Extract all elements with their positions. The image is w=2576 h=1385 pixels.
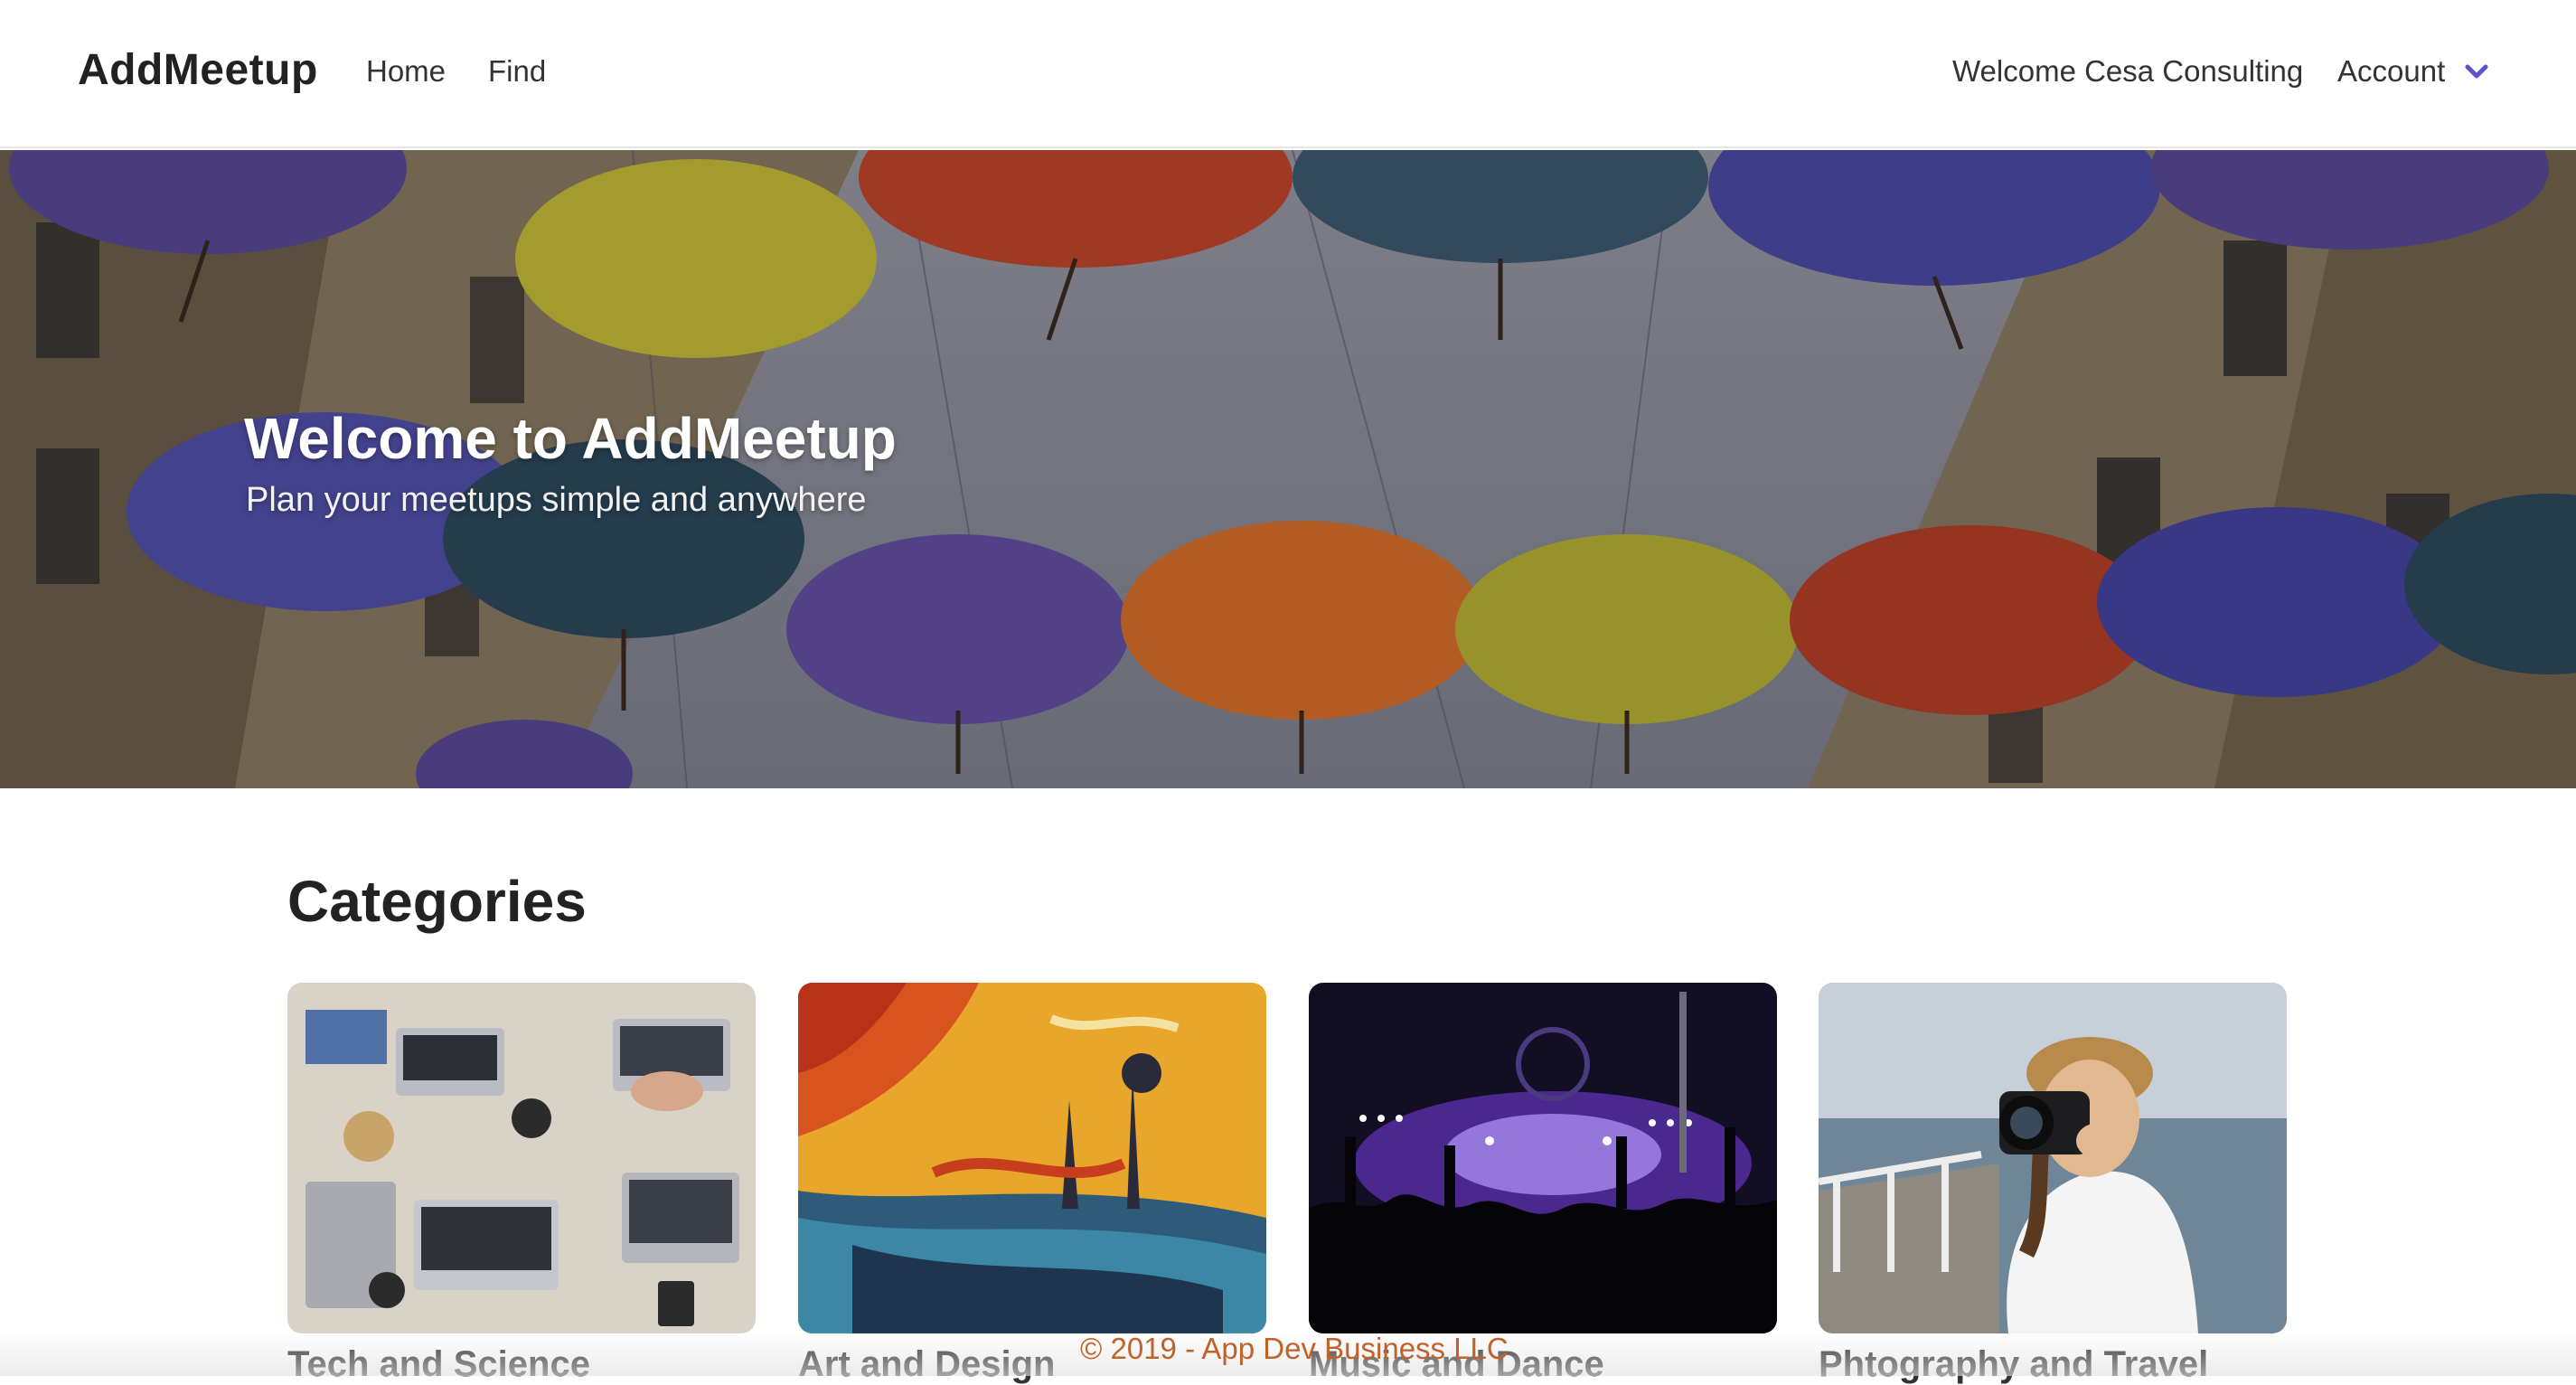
category-cards: Tech and Science Art and Design <box>287 983 2289 1384</box>
brand-logo-link[interactable]: AddMeetup <box>78 45 318 95</box>
tech-science-image <box>287 983 756 1333</box>
categories-heading: Categories <box>287 869 587 934</box>
account-label: Account <box>2337 54 2446 88</box>
category-card-art-design[interactable]: Art and Design <box>798 983 1266 1384</box>
photography-travel-image <box>1819 983 2287 1333</box>
chevron-down-icon <box>2465 64 2488 79</box>
category-card-photography-travel[interactable]: Phtography and Travel <box>1819 983 2287 1384</box>
welcome-user-text: Welcome Cesa Consulting <box>1952 54 2304 88</box>
music-dance-image <box>1309 983 1777 1333</box>
category-card-tech-science[interactable]: Tech and Science <box>287 983 756 1384</box>
nav-home-link[interactable]: Home <box>366 54 446 89</box>
hero-title: Welcome to AddMeetup <box>244 406 897 471</box>
category-card-music-dance[interactable]: Music and Dance <box>1309 983 1777 1384</box>
footer-copyright: © 2019 - App Dev Business LLC <box>1080 1332 1509 1365</box>
hero-banner: Welcome to AddMeetup Plan your meetups s… <box>0 150 2576 788</box>
account-dropdown[interactable]: Account <box>2337 54 2490 89</box>
hero-subtitle: Plan your meetups simple and anywhere <box>246 481 867 519</box>
top-navbar: AddMeetup Home Find Welcome Cesa Consult… <box>0 0 2576 148</box>
art-design-image <box>798 983 1266 1333</box>
nav-find-link[interactable]: Find <box>488 54 546 89</box>
